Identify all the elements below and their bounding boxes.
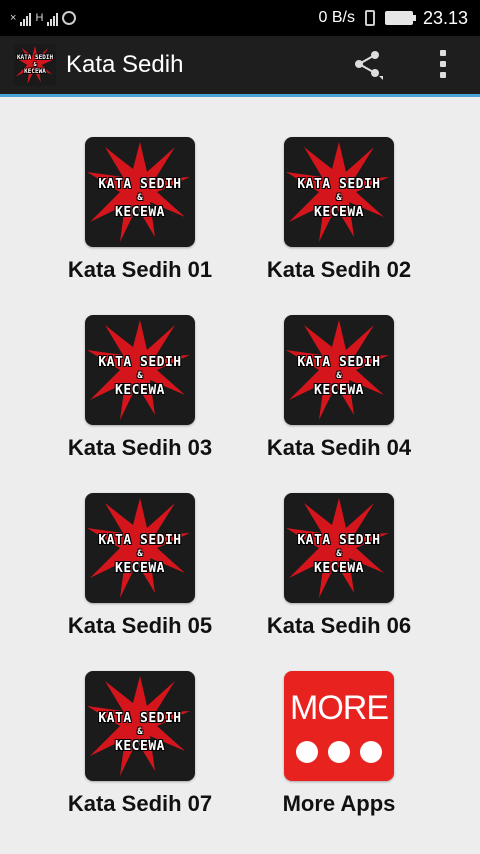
splash-graphic [286,320,389,420]
grid-item-kata-sedih-04[interactable]: KATA SEDIH & KECEWA Kata Sedih 04 [239,315,439,475]
item-label: Kata Sedih 04 [266,435,412,460]
thumb-text-line1: KATA SEDIH [297,177,381,192]
action-bar: KATA SEDIH & KECEWA Kata Sedih [0,36,480,97]
thumb-text-line3: KECEWA [115,561,165,576]
overflow-dot [440,72,446,78]
thumb-text-line3: KECEWA [314,205,364,220]
thumb-text-line2: & [336,371,342,381]
item-thumbnail: KATA SEDIH & KECEWA [284,137,394,247]
item-label: Kata Sedih 01 [67,257,213,282]
item-label: Kata Sedih 06 [266,613,412,638]
clock: 23.13 [422,7,468,28]
grid-item-kata-sedih-03[interactable]: KATA SEDIH & KECEWA Kata Sedih 03 [40,315,240,475]
thumb-text-line1: KATA SEDIH [297,355,381,370]
notification-icon [62,11,77,25]
item-label: More Apps [282,791,396,816]
network-type: H [35,12,44,24]
thumb-text-line2: & [137,549,143,559]
item-thumbnail: KATA SEDIH & KECEWA [85,137,195,247]
grid-item-kata-sedih-02[interactable]: KATA SEDIH & KECEWA Kata Sedih 02 [239,137,439,297]
thumb-text-line2: & [137,371,143,381]
thumb-text-line2: & [336,549,342,559]
splash-graphic [87,498,190,598]
app-logo-text-1: KATA SEDIH [16,54,54,61]
ellipsis-dots-icon [296,741,382,763]
thumb-text-line1: KATA SEDIH [98,177,182,192]
vibrate-icon [364,10,375,26]
status-bar: × H 0 B/s 23.13 [0,0,480,36]
item-label: Kata Sedih 02 [266,257,412,282]
item-thumbnail: KATA SEDIH & KECEWA [85,493,195,603]
signal-icon [20,10,32,26]
thumb-text-line1: KATA SEDIH [98,711,182,726]
splash-graphic [87,676,190,776]
grid-item-kata-sedih-06[interactable]: KATA SEDIH & KECEWA Kata Sedih 06 [239,493,439,653]
thumb-text-line3: KECEWA [314,561,364,576]
battery-icon [384,11,416,25]
thumb-text-line3: KECEWA [314,383,364,398]
splash-graphic [286,498,389,598]
thumb-text-line3: KECEWA [115,739,165,754]
thumb-text-line2: & [336,193,342,203]
grid-item-kata-sedih-01[interactable]: KATA SEDIH & KECEWA Kata Sedih 01 [40,137,240,297]
thumb-text-line3: KECEWA [115,383,165,398]
thumb-text-line3: KECEWA [115,205,165,220]
thumb-text-line1: KATA SEDIH [297,533,381,548]
grid-item-kata-sedih-05[interactable]: KATA SEDIH & KECEWA Kata Sedih 05 [40,493,240,653]
app-logo[interactable]: KATA SEDIH & KECEWA [14,44,56,86]
overflow-dot [440,61,446,67]
item-label: Kata Sedih 07 [67,791,213,816]
item-thumbnail: KATA SEDIH & KECEWA [85,315,195,425]
grid-item-kata-sedih-07[interactable]: KATA SEDIH & KECEWA Kata Sedih 07 [40,671,240,831]
share-button[interactable] [347,44,387,84]
item-thumbnail: KATA SEDIH & KECEWA [85,671,195,781]
signal-icon-2 [47,10,59,26]
app-title: Kata Sedih [66,51,184,78]
thumb-text-line2: & [137,727,143,737]
more-apps-icon: MORE [284,671,394,781]
grid-item-more-apps[interactable]: MORE More Apps [239,671,439,831]
item-label: Kata Sedih 03 [67,435,213,460]
data-speed: 0 B/s [318,9,355,26]
item-label: Kata Sedih 05 [67,613,213,638]
splash-graphic [87,320,190,420]
thumb-text-line2: & [137,193,143,203]
overflow-menu-button[interactable] [428,44,458,84]
no-sim-icon: × [10,12,17,24]
splash-graphic [286,142,389,242]
more-icon-text: MORE [290,689,389,727]
app-logo-text-3: KECEWA [24,68,46,75]
item-thumbnail: KATA SEDIH & KECEWA [284,315,394,425]
thumb-text-line1: KATA SEDIH [98,355,182,370]
splash-graphic [87,142,190,242]
item-thumbnail: KATA SEDIH & KECEWA [284,493,394,603]
share-icon [355,51,383,80]
overflow-dot [440,50,446,56]
thumb-text-line1: KATA SEDIH [98,533,182,548]
